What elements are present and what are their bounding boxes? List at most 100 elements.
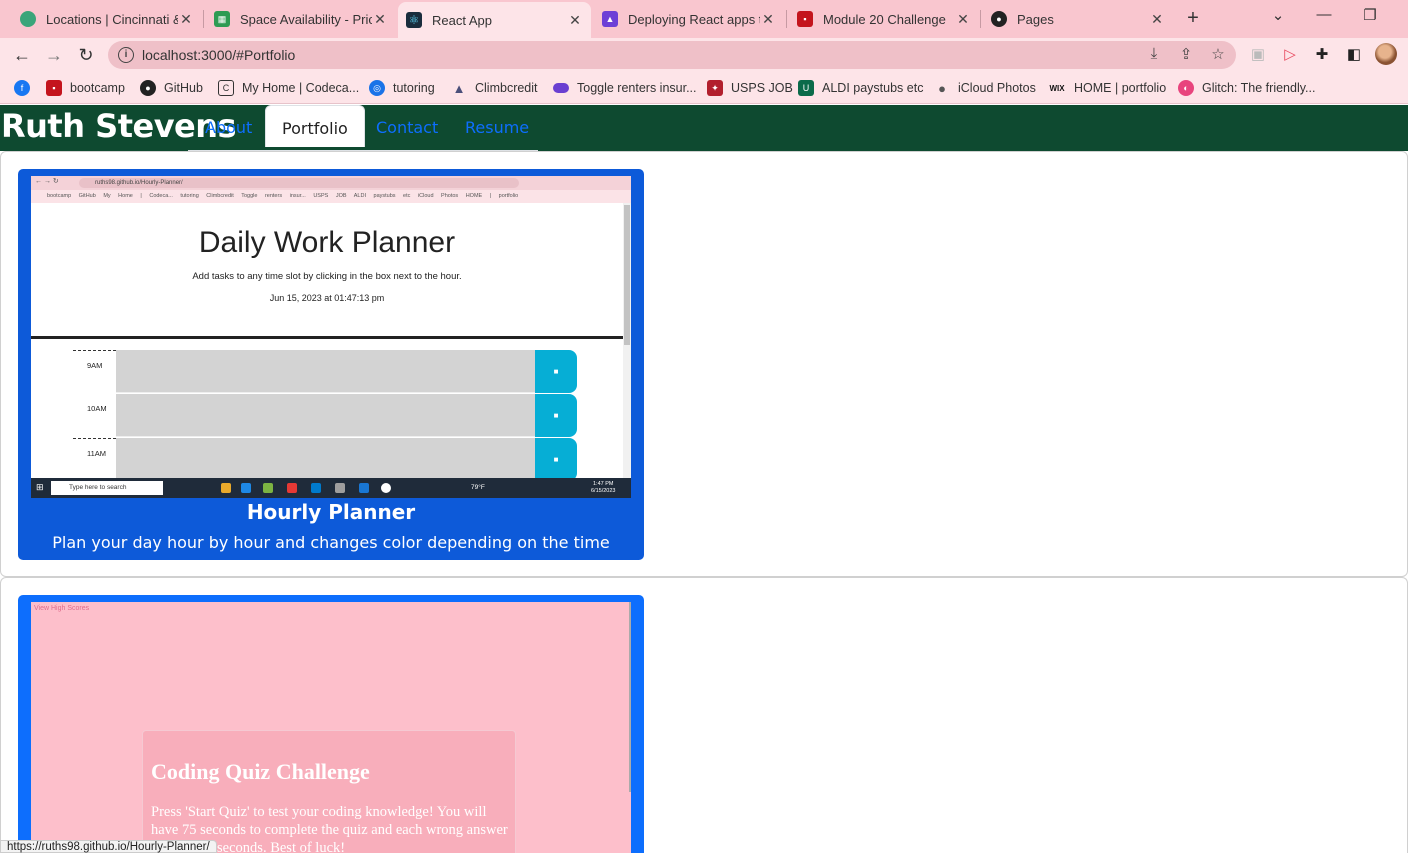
avatar[interactable] [1375,43,1397,65]
browser-tab[interactable]: Locations | Cincinnati & ✕ [12,4,202,34]
project-card[interactable]: ← → ↻ ruths98.github.io/Hourly-Planner/ … [18,169,644,560]
screenshot-url: ruths98.github.io/Hourly-Planner/ [79,178,519,188]
extensions-puzzle-icon[interactable]: ✚ [1312,45,1332,63]
bookmark-item[interactable]: ✦ USPS JOB [707,78,793,98]
browser-tab[interactable]: ▪ Module 20 Challenge ✕ [789,4,979,34]
taskbar-search: Type here to search [51,481,163,495]
screenshot-bookmarks: bootcamp GitHub My Home | Codeca... tuto… [31,190,631,203]
browser-tab[interactable]: ▦ Space Availability - Price ✕ [206,4,396,34]
bookmark-label: HOME | portfolio [1074,81,1167,95]
hour-label: 11AM [73,438,116,482]
close-icon[interactable]: ✕ [1149,11,1165,28]
project-description: Plan your day hour by hour and changes c… [52,533,610,552]
site-header: Ruth Stevens About Portfolio Contact Res… [0,105,1408,151]
install-icon[interactable]: ⤓ [1144,45,1164,62]
back-icon[interactable]: ← [10,43,34,67]
nav-resume[interactable]: Resume [465,118,529,137]
sheets-icon: ▦ [214,11,230,27]
quiz-intro-box: Coding Quiz Challenge Press 'Start Quiz'… [142,730,516,853]
tab-search-icon[interactable]: ⌄ [1263,6,1293,24]
page-content: Ruth Stevens About Portfolio Contact Res… [0,105,1408,853]
close-icon[interactable]: ✕ [760,11,776,28]
share-icon[interactable]: ⇪ [1176,45,1196,63]
hour-label: 10AM [87,404,107,413]
bookmark-item[interactable]: Toggle renters insur... [553,78,697,98]
climbcredit-icon: ▲ [452,80,466,96]
bookmark-item[interactable]: ◎ tutoring [369,78,435,98]
info-icon[interactable]: i [118,47,134,63]
planner-date: Jun 15, 2023 at 01:47:13 pm [269,293,385,303]
planner-row: 10AM ■ [73,394,577,438]
bookmark-label: ALDI paystubs etc [822,81,924,95]
hour-label: 9AM [73,350,116,394]
new-tab-button[interactable]: + [1182,6,1204,30]
bookmark-facebook[interactable]: f [14,78,38,98]
close-icon[interactable]: ✕ [372,11,388,28]
browser-tab[interactable]: ▲ Deploying React apps to ✕ [594,4,784,34]
close-icon[interactable]: ✕ [178,11,194,28]
tab-title: Deploying React apps to [628,11,760,27]
close-icon[interactable]: ✕ [567,12,583,29]
project-screenshot[interactable]: ← → ↻ ruths98.github.io/Hourly-Planner/ … [31,176,631,498]
react-icon: ⚛ [406,12,422,28]
windows-icon: ⊞ [36,482,44,492]
project-screenshot[interactable]: View High Scores Coding Quiz Challenge P… [31,602,631,853]
bookmark-item[interactable]: ▪ bootcamp [46,78,125,98]
nav-tabs: About Portfolio Contact Resume [188,105,538,151]
reload-icon[interactable]: ↻ [74,43,98,67]
bookmark-item[interactable]: ● GitHub [140,78,203,98]
bookmark-star-icon[interactable]: ☆ [1208,45,1228,63]
nav-about[interactable]: About [205,118,252,137]
bootcamp-icon: ▪ [797,11,813,27]
taskbar-app-icon [311,483,321,493]
bookmark-item[interactable]: ● iCloud Photos [934,78,1036,98]
tab-title: Module 20 Challenge [823,11,946,27]
quiz-heading: Coding Quiz Challenge [151,759,370,784]
browser-tab[interactable]: ● Pages ✕ [983,4,1173,34]
address-bar[interactable]: i localhost:3000/#Portfolio ⤓ ⇪ ☆ [108,41,1236,69]
side-panel-icon[interactable]: ◧ [1344,45,1364,63]
extension-icon[interactable]: ▣ [1248,45,1268,63]
restore-icon[interactable]: ❐ [1355,6,1385,24]
bookmark-label: Toggle renters insur... [577,81,697,95]
bookmark-label: Glitch: The friendly... [1202,81,1316,95]
aldi-icon: U [798,80,814,96]
tab-title: React App [432,12,492,28]
browser-tab-active[interactable]: ⚛ React App ✕ [398,2,591,38]
codecademy-icon: C [218,80,234,96]
tab-title: Pages [1017,11,1054,27]
bookmark-label: Climbcredit [475,81,538,95]
bootcamp-icon: ▪ [46,80,62,96]
save-icon: ■ [535,438,577,481]
bookmark-label: GitHub [164,81,203,95]
save-icon: ■ [535,394,577,437]
nav-portfolio[interactable]: Portfolio [265,105,365,147]
minimize-icon[interactable]: — [1309,6,1339,23]
address-url[interactable]: localhost:3000/#Portfolio [142,47,295,63]
taskbar-app-icon [263,483,273,493]
bookmark-item[interactable]: U ALDI paystubs etc [798,78,923,98]
bookmark-label: My Home | Codeca... [242,81,360,95]
bookmark-item[interactable]: ◐ Glitch: The friendly... [1178,78,1315,98]
save-icon: ■ [535,350,577,393]
bookmark-item[interactable]: C My Home | Codeca... [218,78,359,98]
green-circle-icon [20,11,36,27]
bookmark-item[interactable]: WIX HOME | portfolio [1048,78,1166,98]
nav-contact[interactable]: Contact [376,118,438,137]
bookmark-item[interactable]: ▲ Climbcredit [451,78,538,98]
taskbar-app-icon [335,483,345,493]
taskbar-clock-time: 1:47 PM [592,481,614,487]
planner-heading: Daily Work Planner [198,226,456,259]
project-card[interactable]: View High Scores Coding Quiz Challenge P… [18,595,644,853]
taskbar-app-icon [241,483,251,493]
extension-arrow-icon[interactable]: ▷ [1280,45,1300,63]
bookmark-label: iCloud Photos [958,81,1036,95]
browser-tab-bar: Locations | Cincinnati & ✕ ▦ Space Avail… [0,0,1408,38]
planner-row: 11AM ■ [73,438,577,482]
forward-icon[interactable]: → [42,43,66,67]
bookmark-label: tutoring [393,81,435,95]
close-icon[interactable]: ✕ [955,11,971,28]
glitch-icon: ◐ [1178,80,1194,96]
deploy-icon: ▲ [602,11,618,27]
planner-row: 9AM ■ [73,350,577,394]
